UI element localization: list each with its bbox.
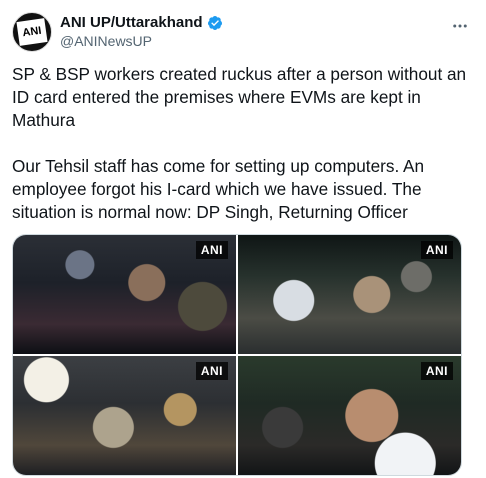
more-options-button[interactable] <box>450 16 470 36</box>
display-name-row: ANI UP/Uttarakhand <box>60 14 223 31</box>
tweet: ANI ANI UP/Uttarakhand @ANINewsUP SP & B… <box>0 0 486 478</box>
ani-watermark: ANI <box>420 241 453 259</box>
more-horizontal-icon <box>453 24 467 28</box>
ani-watermark: ANI <box>420 362 453 380</box>
handle[interactable]: @ANINewsUP <box>60 33 223 49</box>
media-grid: ANI ANI ANI ANI <box>12 234 462 476</box>
tweet-paragraph: Our Tehsil staff has come for setting up… <box>12 156 425 222</box>
tweet-header: ANI ANI UP/Uttarakhand @ANINewsUP <box>12 12 474 56</box>
tweet-paragraph: SP & BSP workers created ruckus after a … <box>12 64 467 130</box>
media-photo-4[interactable]: ANI <box>238 356 461 475</box>
avatar-logo: ANI <box>16 18 48 46</box>
tweet-text: SP & BSP workers created ruckus after a … <box>12 63 474 224</box>
media-photo-3[interactable]: ANI <box>13 356 236 475</box>
author-info: ANI UP/Uttarakhand @ANINewsUP <box>60 14 223 49</box>
verified-badge-icon <box>207 15 222 30</box>
avatar[interactable]: ANI <box>12 12 52 52</box>
media-photo-1[interactable]: ANI <box>13 235 236 354</box>
ani-watermark: ANI <box>195 241 228 259</box>
media-photo-2[interactable]: ANI <box>238 235 461 354</box>
display-name[interactable]: ANI UP/Uttarakhand <box>60 14 203 31</box>
ani-watermark: ANI <box>195 362 228 380</box>
